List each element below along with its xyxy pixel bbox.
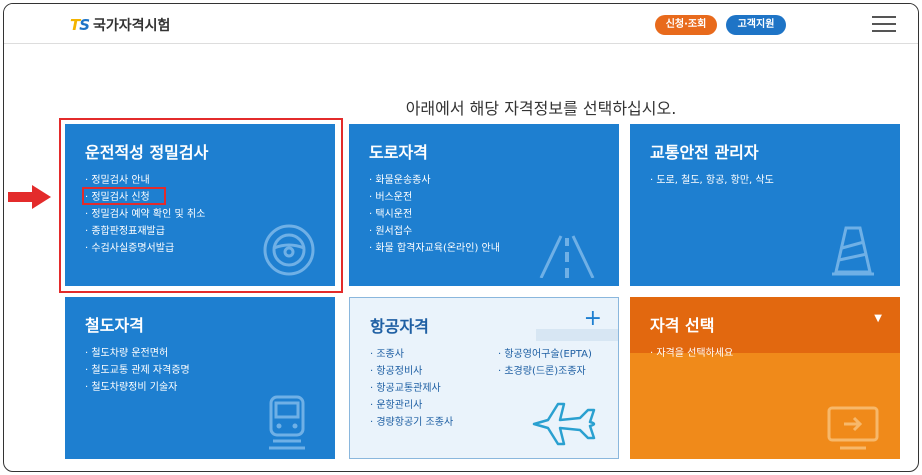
- site-header: TS 국가자격시험 신청·조회 고객지원: [4, 4, 918, 44]
- site-logo[interactable]: TS 국가자격시험: [70, 15, 170, 35]
- card-title: 교통안전 관리자: [650, 143, 759, 162]
- link-freight[interactable]: 화물운송종사: [369, 172, 500, 189]
- card-link-list: 철도차량 운전면허 철도교통 관제 자격증명 철도차량정비 기술자: [85, 345, 190, 396]
- link-application[interactable]: 원서접수: [369, 223, 500, 240]
- link-air-traffic-controller[interactable]: 항공교통관제사: [370, 380, 453, 397]
- link-rail-control[interactable]: 철도교통 관제 자격증명: [85, 362, 189, 379]
- monitor-arrow-icon: [827, 406, 879, 450]
- link-drone-pilot[interactable]: 초경량(드론)조종자: [498, 363, 592, 380]
- link-flight-dispatcher[interactable]: 운항관리사: [370, 397, 453, 414]
- traffic-cone-icon: [832, 226, 874, 276]
- card-title: 운전적성 정밀검사: [85, 143, 209, 162]
- card-rail-qualification[interactable]: 철도자격 철도차량 운전면허 철도교통 관제 자격증명 철도차량정비 기술자: [65, 297, 335, 459]
- card-qualification-select[interactable]: 자격 선택 ▼ 자격을 선택하세요: [630, 297, 900, 459]
- select-placeholder[interactable]: 자격을 선택하세요: [650, 345, 733, 362]
- link-light-aircraft-pilot[interactable]: 경량항공기 조종사: [370, 414, 453, 431]
- customer-support-button[interactable]: 고객지원: [726, 15, 786, 35]
- card-traffic-safety-manager[interactable]: 교통안전 관리자 도로, 철도, 항공, 항만, 삭도: [630, 124, 900, 286]
- card-driving-aptitude[interactable]: 운전적성 정밀검사 정밀검사 안내 정밀검사 신청 정밀검사 예약 확인 및 취…: [65, 124, 335, 286]
- train-icon: [269, 395, 305, 450]
- card-link-list: 자격을 선택하세요: [650, 345, 733, 362]
- link-reservation-check[interactable]: 정밀검사 예약 확인 및 취소: [85, 206, 205, 223]
- card-link-list-left: 조종사 항공정비사 항공교통관제사 운항관리사 경량항공기 조종사: [370, 346, 453, 431]
- ts-logo-icon: TS: [70, 16, 90, 34]
- card-title: 철도자격: [85, 316, 144, 335]
- link-rail-maintenance[interactable]: 철도차량정비 기술자: [85, 379, 190, 396]
- link-bus[interactable]: 버스운전: [369, 189, 500, 206]
- card-aviation-qualification[interactable]: 항공자격 + 조종사 항공정비사 항공교통관제사 운항관리사 경량항공기 조종사…: [349, 297, 619, 459]
- card-link-list-right: 항공영어구술(EPTA) 초경량(드론)조종자: [498, 346, 592, 380]
- site-title: 국가자격시험: [93, 18, 171, 34]
- faded-overlay: [536, 329, 618, 341]
- link-pilot[interactable]: 조종사: [370, 346, 453, 363]
- link-epta[interactable]: 항공영어구술(EPTA): [498, 346, 592, 363]
- link-rail-license[interactable]: 철도차량 운전면허: [85, 345, 190, 362]
- hamburger-menu-icon[interactable]: [872, 16, 896, 32]
- red-arrow-icon: [8, 185, 51, 209]
- steering-wheel-icon: [263, 224, 315, 276]
- link-certificate-issue[interactable]: 수검사실증명서발급: [85, 240, 205, 257]
- apply-inquiry-button[interactable]: 신청·조회: [655, 15, 717, 35]
- card-title: 자격 선택: [650, 316, 715, 335]
- card-title: 도로자격: [369, 143, 428, 162]
- card-road-qualification[interactable]: 도로자격 화물운송종사 버스운전 택시운전 원서접수 화물 합격자교육(온라인)…: [349, 124, 619, 286]
- link-online-education[interactable]: 화물 합격자교육(온라인) 안내: [369, 240, 500, 257]
- card-title: 항공자격: [370, 317, 429, 336]
- link-aircraft-mechanic[interactable]: 항공정비사: [370, 363, 453, 380]
- airplane-icon: [532, 402, 596, 446]
- link-test-apply[interactable]: 정밀검사 신청: [85, 189, 205, 206]
- road-icon: [539, 235, 595, 278]
- card-link-list: 정밀검사 안내 정밀검사 신청 정밀검사 예약 확인 및 취소 종합판정표재발급…: [85, 172, 205, 257]
- link-test-guide[interactable]: 정밀검사 안내: [85, 172, 205, 189]
- card-link-list: 화물운송종사 버스운전 택시운전 원서접수 화물 합격자교육(온라인) 안내: [369, 172, 500, 257]
- dropdown-caret-icon[interactable]: ▼: [874, 313, 882, 324]
- link-reissue-report[interactable]: 종합판정표재발급: [85, 223, 205, 240]
- page-heading: 아래에서 해당 자격정보를 선택하십시오.: [405, 99, 677, 118]
- link-safety-types[interactable]: 도로, 철도, 항공, 항만, 삭도: [650, 172, 773, 189]
- card-link-list: 도로, 철도, 항공, 항만, 삭도: [650, 172, 773, 189]
- expand-plus-icon[interactable]: +: [584, 308, 602, 330]
- link-taxi[interactable]: 택시운전: [369, 206, 500, 223]
